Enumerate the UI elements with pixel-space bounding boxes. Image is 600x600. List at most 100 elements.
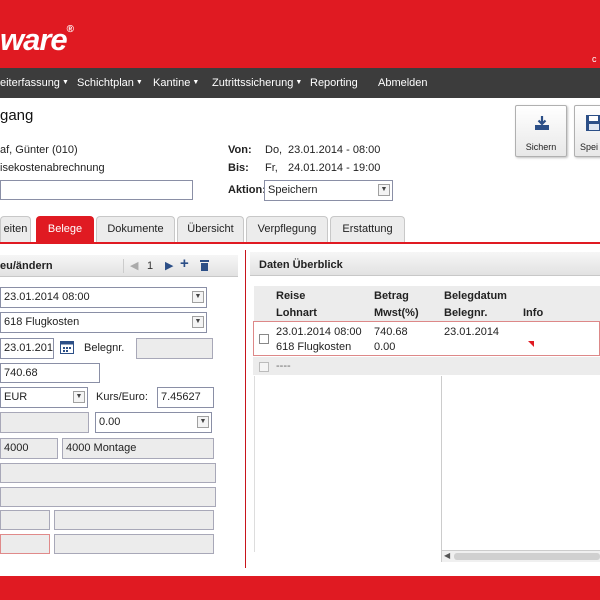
save2-button-label: Spei — [580, 142, 599, 152]
row-lohnart: 618 Flugkosten — [276, 341, 352, 353]
col-belegnr[interactable]: Belegnr. — [444, 307, 487, 319]
next-icon[interactable]: ▶ — [165, 259, 173, 272]
table-row — [253, 357, 600, 375]
chevron-down-icon: ▼ — [192, 79, 200, 87]
tab-underline — [0, 242, 600, 244]
mwst-code-field[interactable] — [0, 412, 89, 433]
add-icon[interactable]: + — [180, 255, 189, 272]
col-lohnart[interactable]: Lohnart — [276, 307, 317, 319]
left-panel-title: eu/ändern — [0, 260, 53, 272]
row-betrag: 740.68 — [374, 326, 408, 338]
empty-row-text: ---- — [276, 360, 291, 372]
request-type: isekostenabrechnung — [0, 162, 105, 174]
waehrung-value: EUR — [4, 391, 28, 403]
column-divider — [441, 376, 442, 562]
chevron-down-icon: ▼ — [192, 316, 204, 328]
app-header — [0, 0, 600, 68]
nav-item-zutrittssicherung[interactable]: Zutrittssicherung ▼ — [212, 68, 302, 98]
calendar-icon[interactable] — [60, 340, 74, 354]
panel-divider — [245, 250, 246, 568]
row-checkbox[interactable] — [259, 334, 269, 344]
extra-code-field-1[interactable] — [0, 510, 50, 530]
scroll-left-icon[interactable]: ◀ — [444, 551, 450, 560]
lohnart-select[interactable]: 618 Flugkosten ▼ — [0, 312, 207, 333]
waehrung-select[interactable]: EUR ▼ — [0, 387, 88, 408]
tab-zeiten[interactable]: eiten — [0, 216, 31, 242]
lohnart-value: 618 Flugkosten — [4, 316, 80, 328]
right-panel-title: Daten Überblick — [259, 259, 343, 271]
belegnr-field[interactable] — [136, 338, 213, 359]
page-number: 1 — [147, 260, 154, 272]
footer-gap — [0, 568, 600, 576]
scrollbar-thumb[interactable] — [454, 553, 600, 560]
reise-value: 23.01.2014 08:00 — [4, 291, 90, 303]
col-info[interactable]: Info — [523, 307, 543, 319]
logo: ware® — [0, 22, 74, 57]
row-mwst: 0.00 — [374, 341, 396, 353]
mwst-value: 0.00 — [99, 416, 121, 428]
comment-field[interactable] — [0, 180, 193, 200]
col-mwst[interactable]: Mwst(%) — [374, 307, 419, 319]
aktion-select[interactable]: Speichern ▼ — [264, 180, 393, 201]
nav-item-zeiterfassung[interactable]: eiterfassung ▼ — [0, 68, 69, 98]
row-belegdatum: 23.01.2014 — [444, 326, 500, 338]
info-flag-icon[interactable] — [528, 341, 534, 347]
text-field-2[interactable] — [0, 487, 216, 507]
belegnr-label: Belegnr. — [84, 342, 125, 354]
nav-item-reporting[interactable]: Reporting — [310, 68, 358, 98]
tab-verpflegung[interactable]: Verpflegung — [246, 216, 328, 242]
chevron-down-icon: ▼ — [295, 79, 303, 87]
nav-item-schichtplan[interactable]: Schichtplan ▼ — [77, 68, 143, 98]
col-belegdatum[interactable]: Belegdatum — [444, 290, 507, 302]
tab-dokumente[interactable]: Dokumente — [96, 216, 175, 242]
employee-name: af, Günter (010) — [0, 144, 78, 156]
row-reise: 23.01.2014 08:00 — [276, 326, 362, 338]
belegdatum-field[interactable]: 23.01.2014 — [0, 338, 54, 359]
chevron-down-icon: ▼ — [197, 416, 209, 428]
reise-select[interactable]: 23.01.2014 08:00 ▼ — [0, 287, 207, 308]
header-badge: c — [592, 54, 597, 64]
tab-belege[interactable]: Belege — [36, 216, 94, 242]
kurs-label: Kurs/Euro: — [96, 391, 148, 403]
main-nav: eiterfassung ▼ Schichtplan ▼ Kantine ▼ Zutr… — [0, 68, 600, 98]
chevron-down-icon: ▼ — [378, 184, 390, 196]
von-day: Do, — [265, 144, 283, 156]
von-value: 23.01.2014 - 08:00 — [288, 144, 381, 156]
save-and-close-button[interactable]: Spei — [574, 105, 600, 157]
app-footer — [0, 576, 600, 600]
bis-value: 24.01.2014 - 19:00 — [288, 162, 381, 174]
save-button-label: Sichern — [525, 142, 557, 152]
download-icon — [535, 116, 549, 130]
chevron-down-icon: ▼ — [61, 79, 69, 87]
table-body — [254, 376, 600, 552]
chevron-down-icon: ▼ — [73, 391, 85, 403]
bis-label: Bis: — [228, 162, 249, 174]
von-label: Von: — [228, 144, 252, 156]
bis-day: Fr, — [265, 162, 278, 174]
text-field-1[interactable] — [0, 463, 216, 483]
trash-icon[interactable] — [199, 259, 210, 272]
kostenstelle-name-field[interactable]: 4000 Montage — [62, 438, 214, 459]
extra-code-field-2[interactable] — [0, 534, 50, 554]
tab-uebersicht[interactable]: Übersicht — [177, 216, 244, 242]
extra-name-field-2[interactable] — [54, 534, 214, 554]
mwst-select[interactable]: 0.00 ▼ — [95, 412, 212, 433]
col-reise[interactable]: Reise — [276, 290, 305, 302]
kostenstelle-code-field[interactable]: 4000 — [0, 438, 58, 459]
tab-erstattung[interactable]: Erstattung — [330, 216, 405, 242]
page-title: gang — [0, 107, 34, 124]
nav-item-abmelden[interactable]: Abmelden — [378, 68, 428, 98]
pager-divider — [123, 259, 124, 273]
aktion-label: Aktion: — [228, 184, 266, 196]
kurs-field[interactable]: 7.45627 — [157, 387, 214, 408]
nav-item-kantine[interactable]: Kantine ▼ — [153, 68, 199, 98]
betrag-field[interactable]: 740.68 — [0, 363, 100, 383]
save-button[interactable]: Sichern — [515, 105, 567, 157]
extra-name-field-1[interactable] — [54, 510, 214, 530]
row-checkbox — [259, 362, 269, 372]
floppy-icon — [586, 115, 600, 131]
prev-icon[interactable]: ◀ — [130, 259, 138, 272]
col-betrag[interactable]: Betrag — [374, 290, 409, 302]
chevron-down-icon: ▼ — [135, 79, 143, 87]
aktion-value: Speichern — [268, 184, 318, 196]
